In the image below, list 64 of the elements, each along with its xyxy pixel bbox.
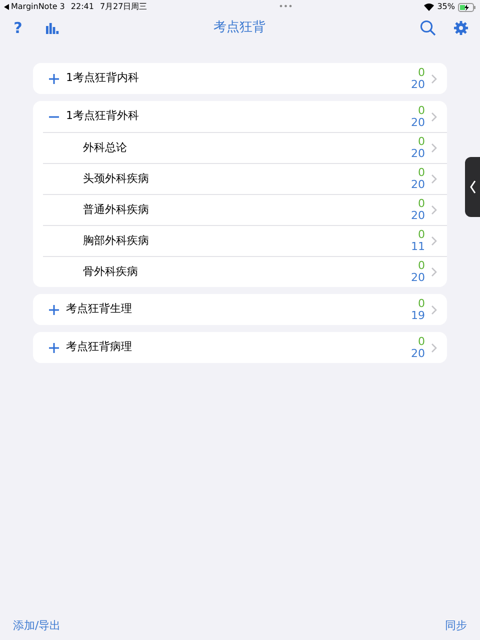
list-row[interactable]: 外科总论 0 20 [43, 132, 447, 163]
battery-percent: 35% [437, 1, 455, 13]
group-title: 1考点狂背外科 [66, 108, 139, 124]
status-date: 7月27日周三 [100, 1, 148, 13]
list-row[interactable]: 1考点狂背内科 0 20 [33, 63, 447, 94]
plus-icon [49, 304, 59, 314]
add-export-button[interactable]: 添加/导出 [13, 618, 61, 634]
chevron-right-icon [431, 112, 437, 122]
chevron-right-icon [431, 267, 437, 277]
battery-icon [458, 2, 476, 12]
total-count: 19 [411, 310, 425, 322]
side-panel-handle[interactable] [465, 157, 480, 217]
done-count: 0 [418, 260, 425, 272]
done-count: 0 [418, 298, 425, 310]
list-row[interactable]: 1考点狂背外科 0 20 [33, 101, 447, 132]
chapter-title: 骨外科疾病 [83, 264, 138, 280]
status-time: 22:41 [70, 1, 94, 13]
list-row[interactable]: 考点狂背病理 0 20 [33, 332, 447, 363]
group-title: 1考点狂背内科 [66, 70, 139, 86]
chevron-right-icon [431, 304, 437, 314]
total-count: 20 [411, 78, 425, 90]
back-triangle-icon [4, 4, 9, 10]
chevron-right-icon [431, 342, 437, 352]
total-count: 11 [411, 241, 425, 253]
chevron-right-icon [431, 236, 437, 246]
nav-title: 考点狂背 [214, 19, 266, 38]
chevron-right-icon [431, 174, 437, 184]
settings-icon[interactable] [454, 21, 468, 35]
sync-button[interactable]: 同步 [445, 618, 467, 634]
group-title: 考点狂背病理 [66, 339, 132, 356]
list-row[interactable]: 骨外科疾病 0 20 [43, 256, 447, 287]
chevron-right-icon [431, 205, 437, 215]
total-count: 20 [411, 116, 425, 128]
done-count: 0 [418, 66, 425, 78]
multitask-dots: ••• [278, 1, 293, 13]
list-row[interactable]: 考点狂背生理 0 19 [33, 294, 447, 325]
help-button[interactable]: ? [12, 16, 24, 40]
done-count: 0 [418, 104, 425, 116]
group-title: 考点狂背生理 [66, 301, 132, 318]
chapter-title: 头颈外科疾病 [83, 170, 149, 187]
plus-icon [49, 342, 59, 352]
total-count: 20 [411, 179, 425, 191]
total-count: 20 [411, 272, 425, 284]
done-count: 0 [418, 136, 425, 148]
chevron-left-icon [470, 180, 476, 194]
done-count: 0 [418, 198, 425, 210]
wifi-icon [424, 3, 434, 11]
done-count: 0 [418, 336, 425, 348]
done-count: 0 [418, 167, 425, 179]
plus-icon [49, 74, 59, 84]
chapter-title: 外科总论 [83, 140, 127, 156]
total-count: 20 [411, 210, 425, 222]
chevron-right-icon [431, 74, 437, 84]
search-icon[interactable] [420, 20, 436, 36]
chevron-right-icon [431, 143, 437, 153]
total-count: 20 [411, 148, 425, 160]
done-count: 0 [418, 229, 425, 241]
list-row[interactable]: 胸部外科疾病 0 11 [43, 225, 447, 256]
chapter-title: 普通外科疾病 [83, 202, 149, 218]
chapter-title: 胸部外科疾病 [83, 232, 149, 249]
total-count: 20 [411, 348, 425, 360]
bar-chart-icon[interactable] [46, 22, 59, 34]
list-row[interactable]: 头颈外科疾病 0 20 [43, 163, 447, 194]
list-row[interactable]: 普通外科疾病 0 20 [43, 194, 447, 225]
